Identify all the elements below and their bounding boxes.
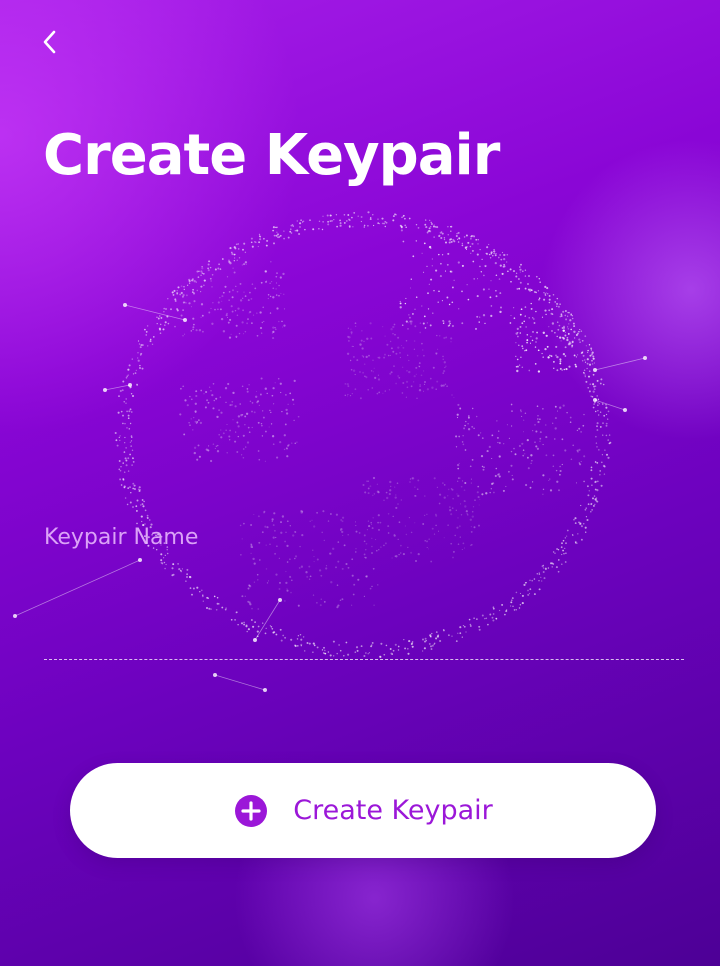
plus-circle-icon — [235, 794, 268, 827]
create-keypair-button[interactable]: Create Keypair — [70, 763, 656, 858]
keypair-name-input[interactable] — [44, 600, 684, 660]
create-keypair-button-label: Create Keypair — [293, 795, 493, 826]
page-title: Create Keypair — [43, 123, 500, 188]
chevron-left-icon — [40, 28, 60, 56]
create-keypair-screen: Create Keypair Keypair Name Create Keypa… — [0, 0, 720, 966]
back-button[interactable] — [30, 22, 70, 62]
keypair-name-label: Keypair Name — [44, 525, 199, 550]
